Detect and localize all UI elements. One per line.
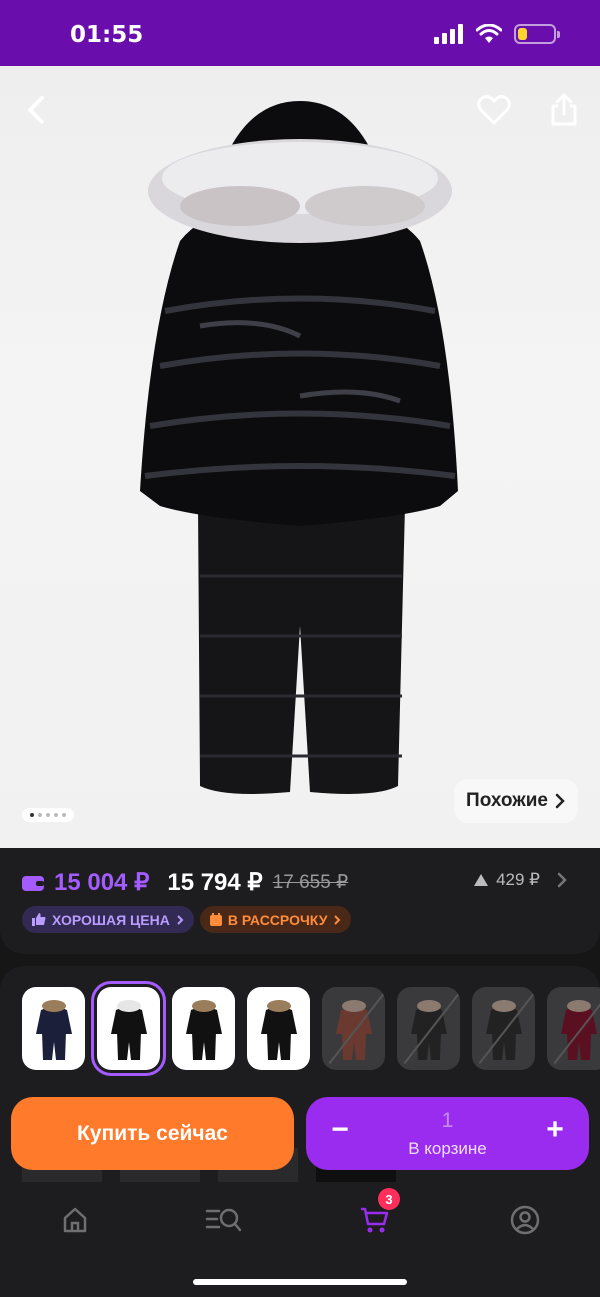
battery-icon [514, 24, 560, 44]
variant-thumbnail[interactable] [397, 987, 460, 1070]
variant-thumbnail[interactable] [547, 987, 600, 1070]
variant-thumbnails [22, 981, 600, 1076]
similar-label: Похожие [466, 790, 548, 811]
calendar-icon [209, 913, 222, 926]
tab-cart[interactable]: 3 [352, 1188, 400, 1242]
thumbs-up-icon [32, 913, 46, 926]
wallet-icon [22, 875, 44, 891]
share-button[interactable] [542, 88, 586, 132]
product-image-gallery[interactable]: Похожие [0, 66, 600, 848]
similar-button[interactable]: Похожие [454, 779, 578, 823]
battery-level [518, 28, 527, 40]
status-icons [434, 24, 560, 44]
heart-icon [477, 95, 511, 125]
price-card: 15 004 ₽ 15 794 ₽ 17 655 ₽ 429 ₽ ХОРОШАЯ… [0, 848, 600, 954]
product-photo [140, 101, 458, 794]
cart-icon [361, 1207, 389, 1233]
variant-thumbnail[interactable] [247, 987, 310, 1070]
tab-home[interactable] [53, 1198, 97, 1242]
good-price-badge[interactable]: ХОРОШАЯ ЦЕНА [22, 906, 194, 933]
variant-thumbnail[interactable] [91, 981, 166, 1076]
price-badges: ХОРОШАЯ ЦЕНА В РАССРОЧКУ [22, 906, 352, 933]
gallery-pagination [22, 808, 74, 822]
share-icon [551, 93, 577, 126]
variant-thumbnail[interactable] [472, 987, 535, 1070]
chevron-right-icon [334, 914, 341, 925]
old-price: 17 655 ₽ [272, 872, 349, 893]
variant-thumbnail[interactable] [322, 987, 385, 1070]
status-bar: 01:55 [0, 0, 600, 66]
tab-bar: 3 [0, 1188, 600, 1250]
tab-profile[interactable] [503, 1198, 547, 1242]
pagination-dot [38, 813, 42, 817]
pagination-dot [46, 813, 50, 817]
home-icon [63, 1207, 87, 1233]
pagination-dot [54, 813, 58, 817]
price-change-value: 429 ₽ [496, 870, 540, 889]
status-time: 01:55 [70, 22, 144, 48]
tab-catalog[interactable] [202, 1198, 246, 1242]
signal-icon [434, 24, 463, 44]
main-price: 15 794 ₽ [167, 869, 263, 896]
chevron-right-icon [557, 872, 567, 888]
wifi-icon [476, 24, 502, 43]
variant-thumbnail[interactable] [22, 987, 85, 1070]
increase-quantity-button[interactable]: + [535, 1113, 575, 1147]
installments-label: В РАССРОЧКУ [227, 911, 328, 928]
variant-thumbnail[interactable] [172, 987, 235, 1070]
profile-icon [510, 1205, 540, 1235]
installments-badge[interactable]: В РАССРОЧКУ [199, 906, 352, 933]
wallet-price: 15 004 ₽ [54, 869, 150, 896]
favorite-button[interactable] [472, 88, 516, 132]
cart-quantity-control: − 1 В корзине + [306, 1097, 589, 1170]
triangle-up-icon [474, 874, 489, 886]
cart-count-badge: 3 [378, 1188, 400, 1210]
price-row: 15 004 ₽ 15 794 ₽ 17 655 ₽ [22, 868, 348, 897]
back-button[interactable] [14, 88, 58, 132]
good-price-label: ХОРОШАЯ ЦЕНА [52, 911, 170, 928]
chevron-right-icon [177, 914, 184, 925]
pagination-dot [62, 813, 66, 817]
home-indicator [193, 1279, 407, 1285]
catalog-search-icon [205, 1208, 242, 1232]
buy-now-button[interactable]: Купить сейчас [11, 1097, 294, 1170]
chevron-right-icon [555, 793, 565, 809]
chevron-left-icon [28, 96, 44, 124]
price-change-button[interactable]: 429 ₽ [474, 870, 568, 890]
pagination-dot [30, 813, 34, 817]
